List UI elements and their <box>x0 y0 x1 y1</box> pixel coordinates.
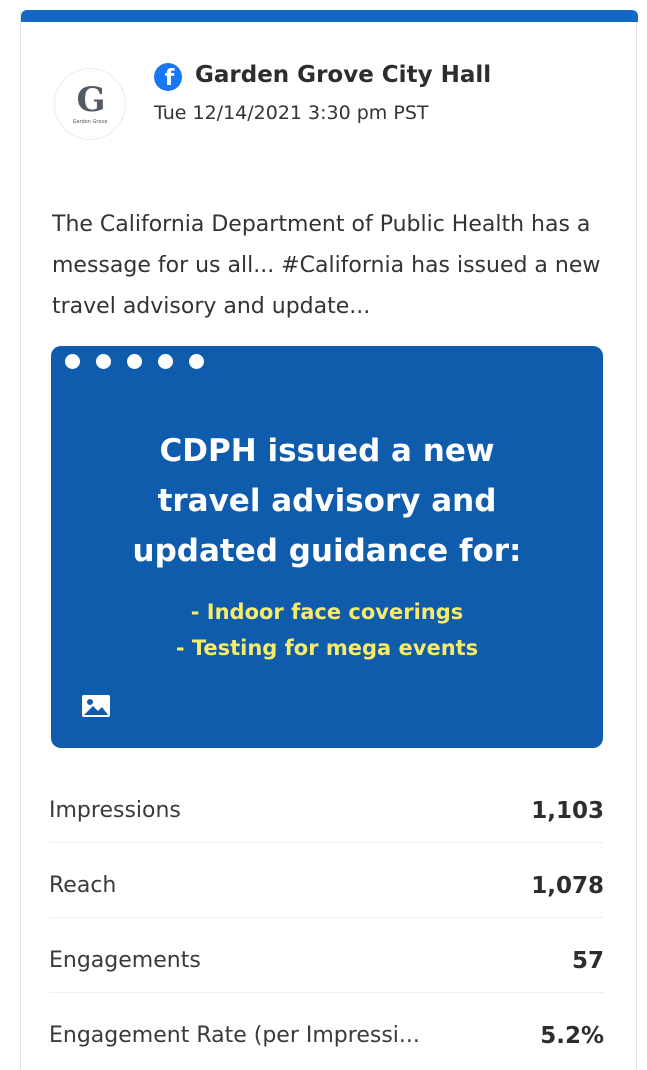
metric-value: 1,103 <box>531 798 604 824</box>
metric-label: Reach <box>49 873 117 898</box>
post-timestamp: Tue 12/14/2021 3:30 pm PST <box>154 102 429 124</box>
facebook-icon: f <box>154 63 182 91</box>
carousel-dot <box>65 354 80 369</box>
avatar-letter: G <box>76 80 105 120</box>
metric-value: 1,078 <box>531 873 604 899</box>
card-accent-bar <box>21 10 638 22</box>
carousel-dot <box>158 354 173 369</box>
carousel-dot <box>189 354 204 369</box>
image-icon <box>82 695 110 717</box>
metric-value: 57 <box>571 948 604 974</box>
account-name[interactable]: Garden Grove City Hall <box>195 62 491 88</box>
carousel-dots <box>65 354 204 369</box>
image-headline-line: travel advisory and <box>157 483 497 519</box>
metric-label: Impressions <box>49 798 181 823</box>
metric-row-engagement-rate: Engagement Rate (per Impressi... 5.2% <box>49 993 604 1068</box>
image-headline: CDPH issued a new travel advisory and up… <box>51 426 603 576</box>
post-image[interactable]: CDPH issued a new travel advisory and up… <box>51 346 603 748</box>
metric-row-engagements: Engagements 57 <box>49 918 604 993</box>
carousel-dot <box>127 354 142 369</box>
metrics-list: Impressions 1,103 Reach 1,078 Engagement… <box>49 768 604 1068</box>
image-bullets: - Indoor face coverings - Testing for me… <box>51 594 603 666</box>
carousel-dot <box>96 354 111 369</box>
avatar[interactable]: G Garden Grove <box>54 68 126 140</box>
image-headline-line: updated guidance for: <box>132 533 522 569</box>
image-headline-line: CDPH issued a new <box>159 433 495 469</box>
metric-row-reach: Reach 1,078 <box>49 843 604 918</box>
avatar-subtitle: Garden Grove <box>72 119 108 125</box>
metric-row-impressions: Impressions 1,103 <box>49 768 604 843</box>
post-header: G Garden Grove f Garden Grove City Hall … <box>54 58 614 140</box>
metric-label: Engagements <box>49 948 201 973</box>
post-card: G Garden Grove f Garden Grove City Hall … <box>20 10 638 1070</box>
metric-label: Engagement Rate (per Impressi... <box>49 1023 420 1048</box>
post-text: The California Department of Public Heal… <box>52 212 601 319</box>
image-bullet: - Indoor face coverings <box>190 600 464 624</box>
image-bullet: - Testing for mega events <box>175 636 479 660</box>
metric-value: 5.2% <box>540 1023 604 1049</box>
